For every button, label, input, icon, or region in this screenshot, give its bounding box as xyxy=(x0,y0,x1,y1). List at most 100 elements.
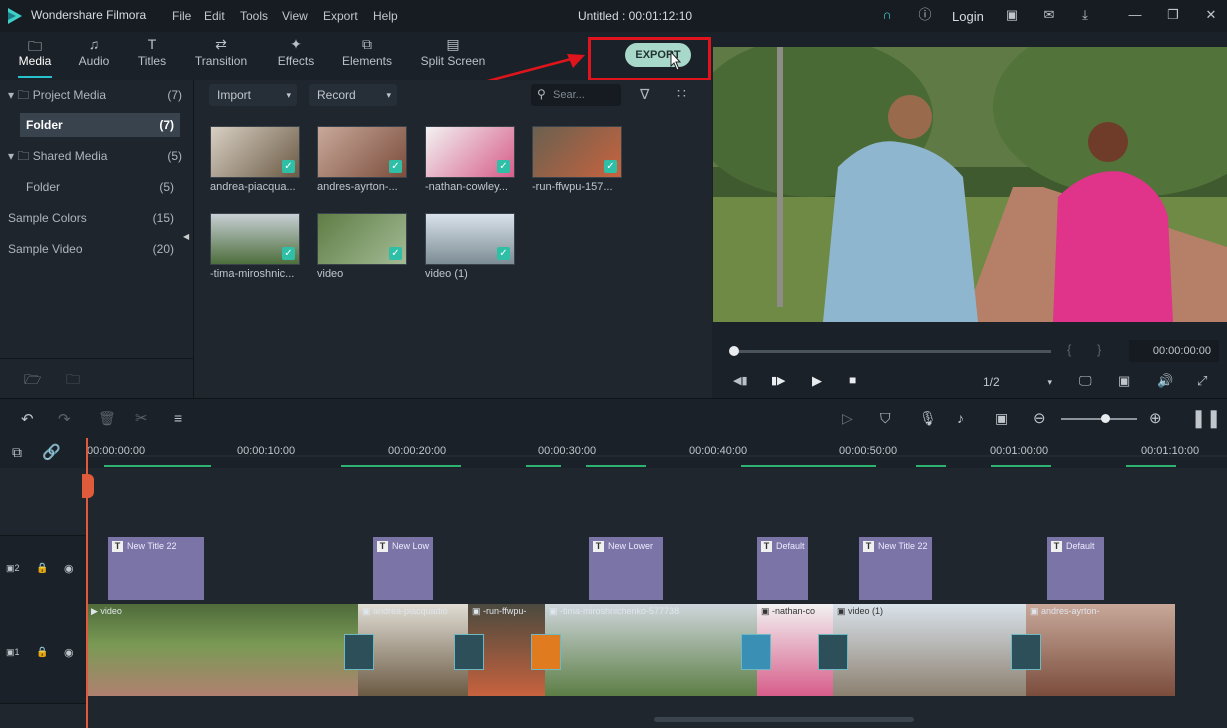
media-thumbnail[interactable]: ✓ xyxy=(425,213,515,265)
media-thumbnail[interactable]: ✓ xyxy=(317,126,407,178)
media-thumbnail[interactable]: ✓ xyxy=(210,213,300,265)
minimize-icon[interactable]: — xyxy=(1127,7,1143,23)
media-caption: video (1) xyxy=(425,268,517,280)
media-thumbnail[interactable]: ✓ xyxy=(425,126,515,178)
video-clip[interactable]: ▣ andres-ayrton- xyxy=(1026,604,1175,696)
delete-icon[interactable]: 🗑 xyxy=(98,410,116,427)
record-dropdown[interactable]: Record▾ xyxy=(309,84,397,106)
video-clip[interactable]: ▣ -tima-miroshnichenko-577738 xyxy=(545,604,757,696)
eye-icon[interactable]: ◉ xyxy=(64,562,74,575)
track-2-icon: ▣2 xyxy=(6,563,20,574)
media-thumbnail[interactable]: ✓ xyxy=(210,126,300,178)
link-icon[interactable]: 🔗 xyxy=(42,443,61,461)
title-clip[interactable]: TDefault xyxy=(1047,537,1104,600)
save-icon[interactable]: ▣ xyxy=(1004,7,1020,23)
media-thumbnail[interactable]: ✓ xyxy=(532,126,622,178)
quality-dropdown[interactable]: 1/2▾ xyxy=(983,372,1058,392)
folder-outline-icon[interactable]: 🗀 xyxy=(66,369,80,393)
monitor-icon[interactable]: 🖵 xyxy=(1079,373,1092,389)
zoom-in-icon[interactable]: ⊕ xyxy=(1149,409,1162,427)
info-icon[interactable]: ⓘ xyxy=(917,7,933,23)
media-caption: andrea-piacqua... xyxy=(210,181,302,193)
subtitle-icon[interactable]: ▣ xyxy=(995,410,1008,427)
sidebar-item-project-media[interactable]: ▾ 🗀 Project Media(7) xyxy=(0,83,188,107)
ruler-label: 00:00:00:00 xyxy=(87,445,145,457)
timeline-toolbar: ↶ ↷ 🗑 ✂ ≡ ▷ ⛉ 🎙 ♪ ▣ ⊖ ⊕ ❚❚ xyxy=(0,398,1227,439)
previous-frame-icon[interactable]: ◀▮ xyxy=(733,374,748,387)
title-clip[interactable]: TDefault xyxy=(757,537,808,600)
play-icon[interactable]: ▶ xyxy=(812,373,822,389)
lock-icon[interactable]: 🔒 xyxy=(36,647,48,658)
add-track-icon[interactable]: ⧉ xyxy=(12,444,22,461)
render-icon[interactable]: ▷ xyxy=(842,410,853,427)
media-caption: -nathan-cowley... xyxy=(425,181,517,193)
title-clip[interactable]: TNew Title 22 xyxy=(108,537,204,600)
adjust-icon[interactable]: ≡ xyxy=(174,410,182,426)
download-icon[interactable]: ⤓ xyxy=(1077,7,1093,23)
transition-marker[interactable] xyxy=(1011,634,1041,670)
video-clip[interactable]: ▣ video (1) xyxy=(833,604,1026,696)
menu-export[interactable]: Export xyxy=(323,9,358,23)
video-clip[interactable]: ▣ andrea-piacquadio xyxy=(358,604,468,696)
stop-icon[interactable]: ■ xyxy=(849,373,856,387)
media-thumbnail[interactable]: ✓ xyxy=(317,213,407,265)
login-button[interactable]: Login xyxy=(952,9,984,24)
sidebar-item-shared-folder[interactable]: Folder(5) xyxy=(0,175,180,199)
transition-marker[interactable] xyxy=(454,634,484,670)
timeline-scrollbar[interactable] xyxy=(654,717,914,722)
microphone-icon[interactable]: 🎙 xyxy=(919,410,937,427)
collapse-arrow-icon[interactable]: ◀ xyxy=(183,232,189,241)
marker-icon[interactable]: ⛉ xyxy=(880,410,891,427)
fullscreen-icon[interactable]: ⤢ xyxy=(1197,373,1207,389)
sidebar-item-shared-media[interactable]: ▾ 🗀 Shared Media(5) xyxy=(0,144,188,168)
snapshot-icon[interactable]: ▣ xyxy=(1118,373,1130,389)
play-frame-icon[interactable]: ▮▶ xyxy=(771,374,786,387)
zoom-slider[interactable] xyxy=(1061,418,1137,420)
sidebar-item-sample-colors[interactable]: Sample Colors(15) xyxy=(0,206,180,230)
transition-marker[interactable] xyxy=(818,634,848,670)
playhead-handle[interactable] xyxy=(82,474,94,498)
title-clip[interactable]: TNew Title 22 xyxy=(859,537,932,600)
pause-icon[interactable]: ❚❚ xyxy=(1191,408,1221,429)
preview-scrubber[interactable] xyxy=(733,350,1051,353)
headset-icon[interactable]: ∩ xyxy=(879,7,895,23)
close-icon[interactable]: ✕ xyxy=(1203,7,1219,23)
video-clip[interactable]: ▶ video xyxy=(87,604,358,696)
zoom-out-icon[interactable]: ⊖ xyxy=(1033,409,1046,427)
title-clip[interactable]: TNew Lower xyxy=(589,537,663,600)
tab-media[interactable]: 🗀Media xyxy=(4,36,66,68)
mark-out-icon[interactable]: } xyxy=(1097,342,1101,357)
redo-icon[interactable]: ↷ xyxy=(58,410,71,428)
undo-icon[interactable]: ↶ xyxy=(21,410,34,428)
transition-marker[interactable] xyxy=(344,634,374,670)
new-folder-icon[interactable]: 🗁 xyxy=(24,369,41,393)
mark-in-icon[interactable]: { xyxy=(1067,342,1071,357)
menu-view[interactable]: View xyxy=(282,9,308,23)
lock-icon[interactable]: 🔒 xyxy=(36,563,48,574)
mail-icon[interactable]: ✉ xyxy=(1041,7,1057,23)
volume-icon[interactable]: 🔊 xyxy=(1157,373,1173,389)
zoom-slider-handle[interactable] xyxy=(1101,414,1110,423)
filter-icon[interactable]: ∇ xyxy=(640,86,649,103)
menu-edit[interactable]: Edit xyxy=(204,9,225,23)
eye-icon[interactable]: ◉ xyxy=(64,646,74,659)
menu-tools[interactable]: Tools xyxy=(240,9,268,23)
tab-audio[interactable]: ♫Audio xyxy=(63,36,125,68)
tab-transition[interactable]: ⇄Transition xyxy=(190,36,252,68)
grid-view-icon[interactable]: ∷ xyxy=(677,85,686,102)
audio-mixer-icon[interactable]: ♪ xyxy=(957,410,964,426)
cut-icon[interactable]: ✂ xyxy=(135,409,148,427)
tab-effects[interactable]: ✦Effects xyxy=(265,36,327,68)
transition-marker[interactable] xyxy=(531,634,561,670)
import-dropdown[interactable]: Import▾ xyxy=(209,84,297,106)
title-clip[interactable]: TNew Low xyxy=(373,537,433,600)
sidebar-item-sample-video[interactable]: Sample Video(20) xyxy=(0,237,180,261)
menu-file[interactable]: File xyxy=(172,9,191,23)
restore-icon[interactable]: ❐ xyxy=(1165,7,1181,23)
tab-titles[interactable]: TTitles xyxy=(121,36,183,68)
sidebar-item-folder-selected[interactable]: Folder(7) xyxy=(20,113,180,137)
transition-marker[interactable] xyxy=(741,634,771,670)
menu-help[interactable]: Help xyxy=(373,9,398,23)
tab-elements[interactable]: ⧉Elements xyxy=(336,36,398,68)
scrubber-handle[interactable] xyxy=(729,346,739,356)
